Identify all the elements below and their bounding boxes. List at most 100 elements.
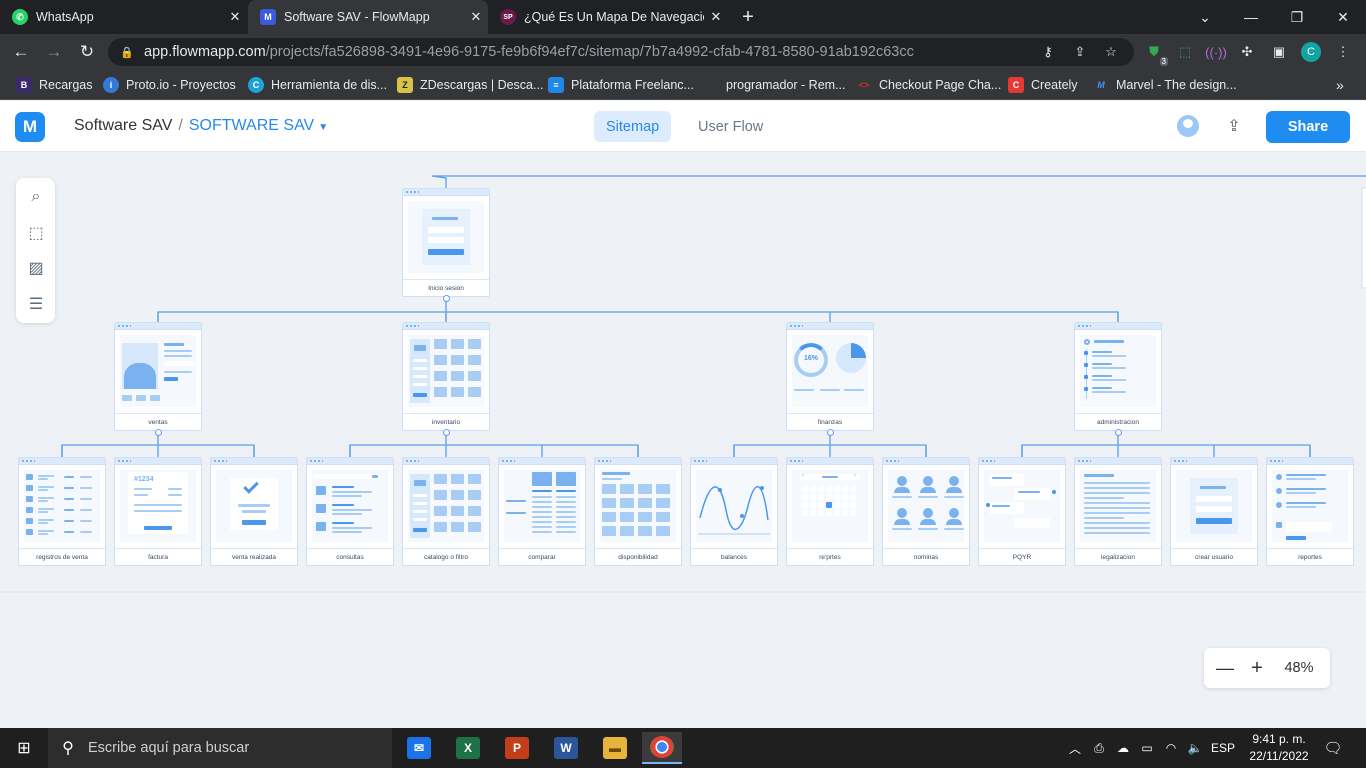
- tab-user-flow[interactable]: User Flow: [686, 111, 775, 142]
- add-child-handle[interactable]: [442, 428, 450, 436]
- shield-extension-icon[interactable]: ⛊ 3: [1144, 42, 1168, 66]
- sitemap-page-registros-de-venta[interactable]: registros de venta: [18, 457, 106, 566]
- page-thumbnail: 16%: [792, 335, 868, 407]
- tab-sitemap[interactable]: Sitemap: [594, 111, 672, 142]
- explorer-app-icon[interactable]: ▬: [595, 732, 635, 764]
- bookmark-star-icon[interactable]: ☆: [1101, 42, 1121, 62]
- meet-icon[interactable]: ⎙: [1088, 728, 1110, 768]
- profile-avatar[interactable]: C: [1301, 42, 1321, 62]
- sitemap-page-ventas[interactable]: ventas: [114, 322, 202, 431]
- layers-icon[interactable]: ☰: [25, 293, 47, 315]
- sitemap-page-reportes[interactable]: reportes: [1266, 457, 1354, 566]
- notifications-icon[interactable]: 🗨: [1320, 728, 1346, 768]
- tab-search-chevron-icon[interactable]: ⌄: [1182, 0, 1228, 34]
- windows-start-icon[interactable]: ⊞: [0, 728, 48, 768]
- close-icon[interactable]: ✕: [464, 9, 488, 25]
- excel-app-icon[interactable]: X: [448, 732, 488, 764]
- search-icon[interactable]: ⌕: [25, 186, 47, 208]
- sitemap-page-comparar[interactable]: comparar: [498, 457, 586, 566]
- share-page-icon[interactable]: ⇪: [1070, 42, 1090, 62]
- sitemap-page-nominas[interactable]: nominas: [882, 457, 970, 566]
- page-thumbnail: [120, 335, 196, 407]
- sitemap-page-consultas[interactable]: consultas: [306, 457, 394, 566]
- zoom-in-button[interactable]: +: [1246, 656, 1268, 680]
- taskbar-search[interactable]: ⚲ Escribe aquí para buscar: [48, 728, 392, 768]
- add-child-handle[interactable]: [1114, 428, 1122, 436]
- battery-icon[interactable]: ▭: [1136, 728, 1158, 768]
- sitemap-page-legalizacion[interactable]: legalizacion: [1074, 457, 1162, 566]
- bookmark-recargas[interactable]: B Recargas: [16, 76, 93, 94]
- breadcrumb-project[interactable]: Software SAV: [74, 117, 172, 134]
- tab-mapa-navegacion[interactable]: SP ¿Qué Es Un Mapa De Navegación ✕: [488, 0, 728, 34]
- address-bar[interactable]: 🔒 app.flowmapp.com/projects/fa526898-349…: [108, 38, 1134, 66]
- image-icon[interactable]: ▨: [25, 257, 47, 279]
- page-label: disponibilidad: [595, 548, 681, 565]
- bookmark-zdescargas[interactable]: Z ZDescargas | Desca...: [397, 76, 543, 94]
- mail-app-icon[interactable]: ✉: [399, 732, 439, 764]
- sitemap-page-finanzas[interactable]: 16% finanzas: [786, 322, 874, 431]
- reload-icon[interactable]: ↻: [74, 39, 100, 65]
- sitemap-page-venta-realizada[interactable]: venta realizada: [210, 457, 298, 566]
- volume-icon[interactable]: 🔈: [1184, 728, 1206, 768]
- sitemap-page-balances[interactable]: balances: [690, 457, 778, 566]
- tab-flowmapp[interactable]: M Software SAV - FlowMapp ✕: [248, 0, 488, 34]
- share-button[interactable]: Share: [1266, 111, 1350, 143]
- sitemap-page-crear-usuario[interactable]: crear usuario: [1170, 457, 1258, 566]
- cloud-icon[interactable]: ☁: [1112, 728, 1134, 768]
- minimize-button[interactable]: —: [1228, 0, 1274, 34]
- breadcrumb-sitemap[interactable]: SOFTWARE SAV: [189, 117, 314, 134]
- flowmapp-logo-icon[interactable]: M: [15, 112, 45, 142]
- back-arrow-icon[interactable]: ←: [8, 39, 34, 65]
- bookmark-label: ZDescargas | Desca...: [420, 78, 544, 92]
- close-icon[interactable]: ✕: [704, 9, 728, 25]
- sitemap-page-factura[interactable]: #1234 factura: [114, 457, 202, 566]
- powerpoint-app-icon[interactable]: P: [497, 732, 537, 764]
- bookmark-herramienta[interactable]: C Herramienta de dis...: [248, 76, 387, 94]
- sitemap-page-inicio-sesion[interactable]: Inicio sesion: [402, 188, 490, 297]
- sitemap-page-catalogo-o-filtro[interactable]: catalogo o filtro: [402, 457, 490, 566]
- clock[interactable]: 9:41 p. m. 22/11/2022: [1240, 731, 1318, 765]
- bookmark-programador[interactable]: programador - Rem...: [703, 76, 845, 94]
- restore-button[interactable]: ❐: [1274, 0, 1320, 34]
- avatar[interactable]: [1177, 115, 1199, 137]
- export-icon[interactable]: ⇪: [1224, 115, 1244, 137]
- page-thumbnail: [1176, 470, 1252, 542]
- chrome-app-icon[interactable]: [642, 732, 682, 764]
- new-tab-button[interactable]: +: [730, 0, 766, 34]
- screenshot-extension-icon[interactable]: ⬚: [1175, 42, 1195, 62]
- extensions-puzzle-icon[interactable]: ✣: [1237, 42, 1257, 62]
- sitemap-page-re-prtes[interactable]: ‹ › re'prtes: [786, 457, 874, 566]
- bookmark-checkout[interactable]: <> Checkout Page Cha...: [856, 76, 1002, 94]
- bookmark-marvel[interactable]: M Marvel - The design...: [1093, 76, 1236, 94]
- language-indicator[interactable]: ESP: [1208, 728, 1238, 768]
- menu-dots-icon[interactable]: ⋮: [1333, 42, 1353, 62]
- sitemap-page-administracion[interactable]: administracion: [1074, 322, 1162, 431]
- add-child-handle[interactable]: [826, 428, 834, 436]
- bookmark-creately[interactable]: C Creately: [1008, 76, 1078, 94]
- tag-icon[interactable]: ⬚: [25, 222, 47, 244]
- page-thumbnail: [1080, 470, 1156, 542]
- radio-extension-icon[interactable]: ((·)): [1205, 42, 1227, 62]
- bookmarks-overflow-icon[interactable]: »: [1336, 76, 1344, 94]
- close-icon[interactable]: ✕: [223, 9, 247, 25]
- forward-arrow-icon[interactable]: →: [41, 39, 67, 65]
- add-child-handle[interactable]: [442, 294, 450, 302]
- url-text: app.flowmapp.com/projects/fa526898-3491-…: [144, 44, 914, 60]
- sitemap-canvas[interactable]: ⌕ ⬚ ▨ ☰ — + 48% Inicio sesion ventas regis…: [0, 152, 1366, 728]
- window-close-button[interactable]: ✕: [1320, 0, 1366, 34]
- chevron-down-icon[interactable]: ▼: [318, 122, 328, 133]
- sitemap-page-inventario[interactable]: inventario: [402, 322, 490, 431]
- add-child-handle[interactable]: [154, 428, 162, 436]
- page-header-bar: [787, 458, 873, 465]
- side-panel-icon[interactable]: ▣: [1269, 42, 1289, 62]
- bookmark-plataforma[interactable]: ≡ Plataforma Freelanc...: [548, 76, 694, 94]
- wifi-icon[interactable]: ◠: [1160, 728, 1182, 768]
- zoom-out-button[interactable]: —: [1214, 656, 1236, 680]
- sitemap-page-disponibilidad[interactable]: disponibilidad: [594, 457, 682, 566]
- tab-whatsapp[interactable]: ✆ WhatsApp ✕: [0, 0, 247, 34]
- key-icon[interactable]: ⚷: [1038, 42, 1058, 62]
- word-app-icon[interactable]: W: [546, 732, 586, 764]
- sitemap-page-pqyr[interactable]: PQYR: [978, 457, 1066, 566]
- bookmark-protoio[interactable]: i Proto.io - Proyectos: [103, 76, 236, 94]
- chevron-up-icon[interactable]: ︿: [1064, 728, 1086, 768]
